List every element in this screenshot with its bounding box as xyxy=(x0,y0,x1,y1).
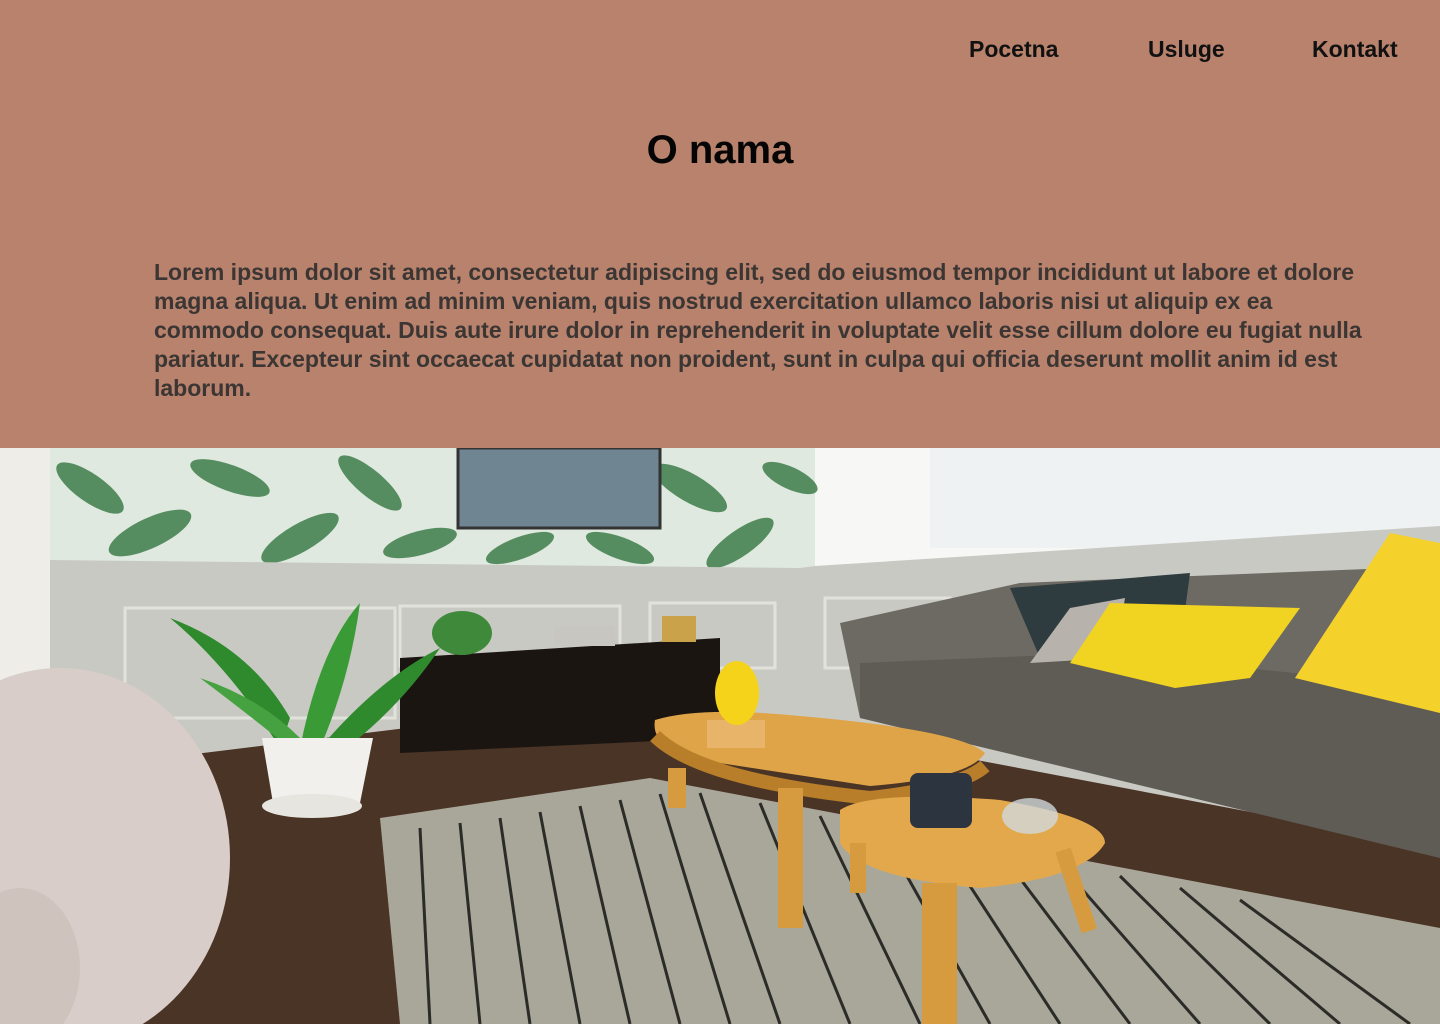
nav-link-usluge[interactable]: Usluge xyxy=(1148,36,1225,63)
page-title: O nama xyxy=(646,128,794,172)
living-room-photo xyxy=(0,448,1440,1024)
nav-link-kontakt[interactable]: Kontakt xyxy=(1312,36,1398,63)
main-nav: Pocetna Usluge Kontakt xyxy=(0,36,1440,66)
about-paragraph: Lorem ipsum dolor sit amet, consectetur … xyxy=(154,259,1362,401)
nav-link-pocetna[interactable]: Pocetna xyxy=(969,36,1058,63)
